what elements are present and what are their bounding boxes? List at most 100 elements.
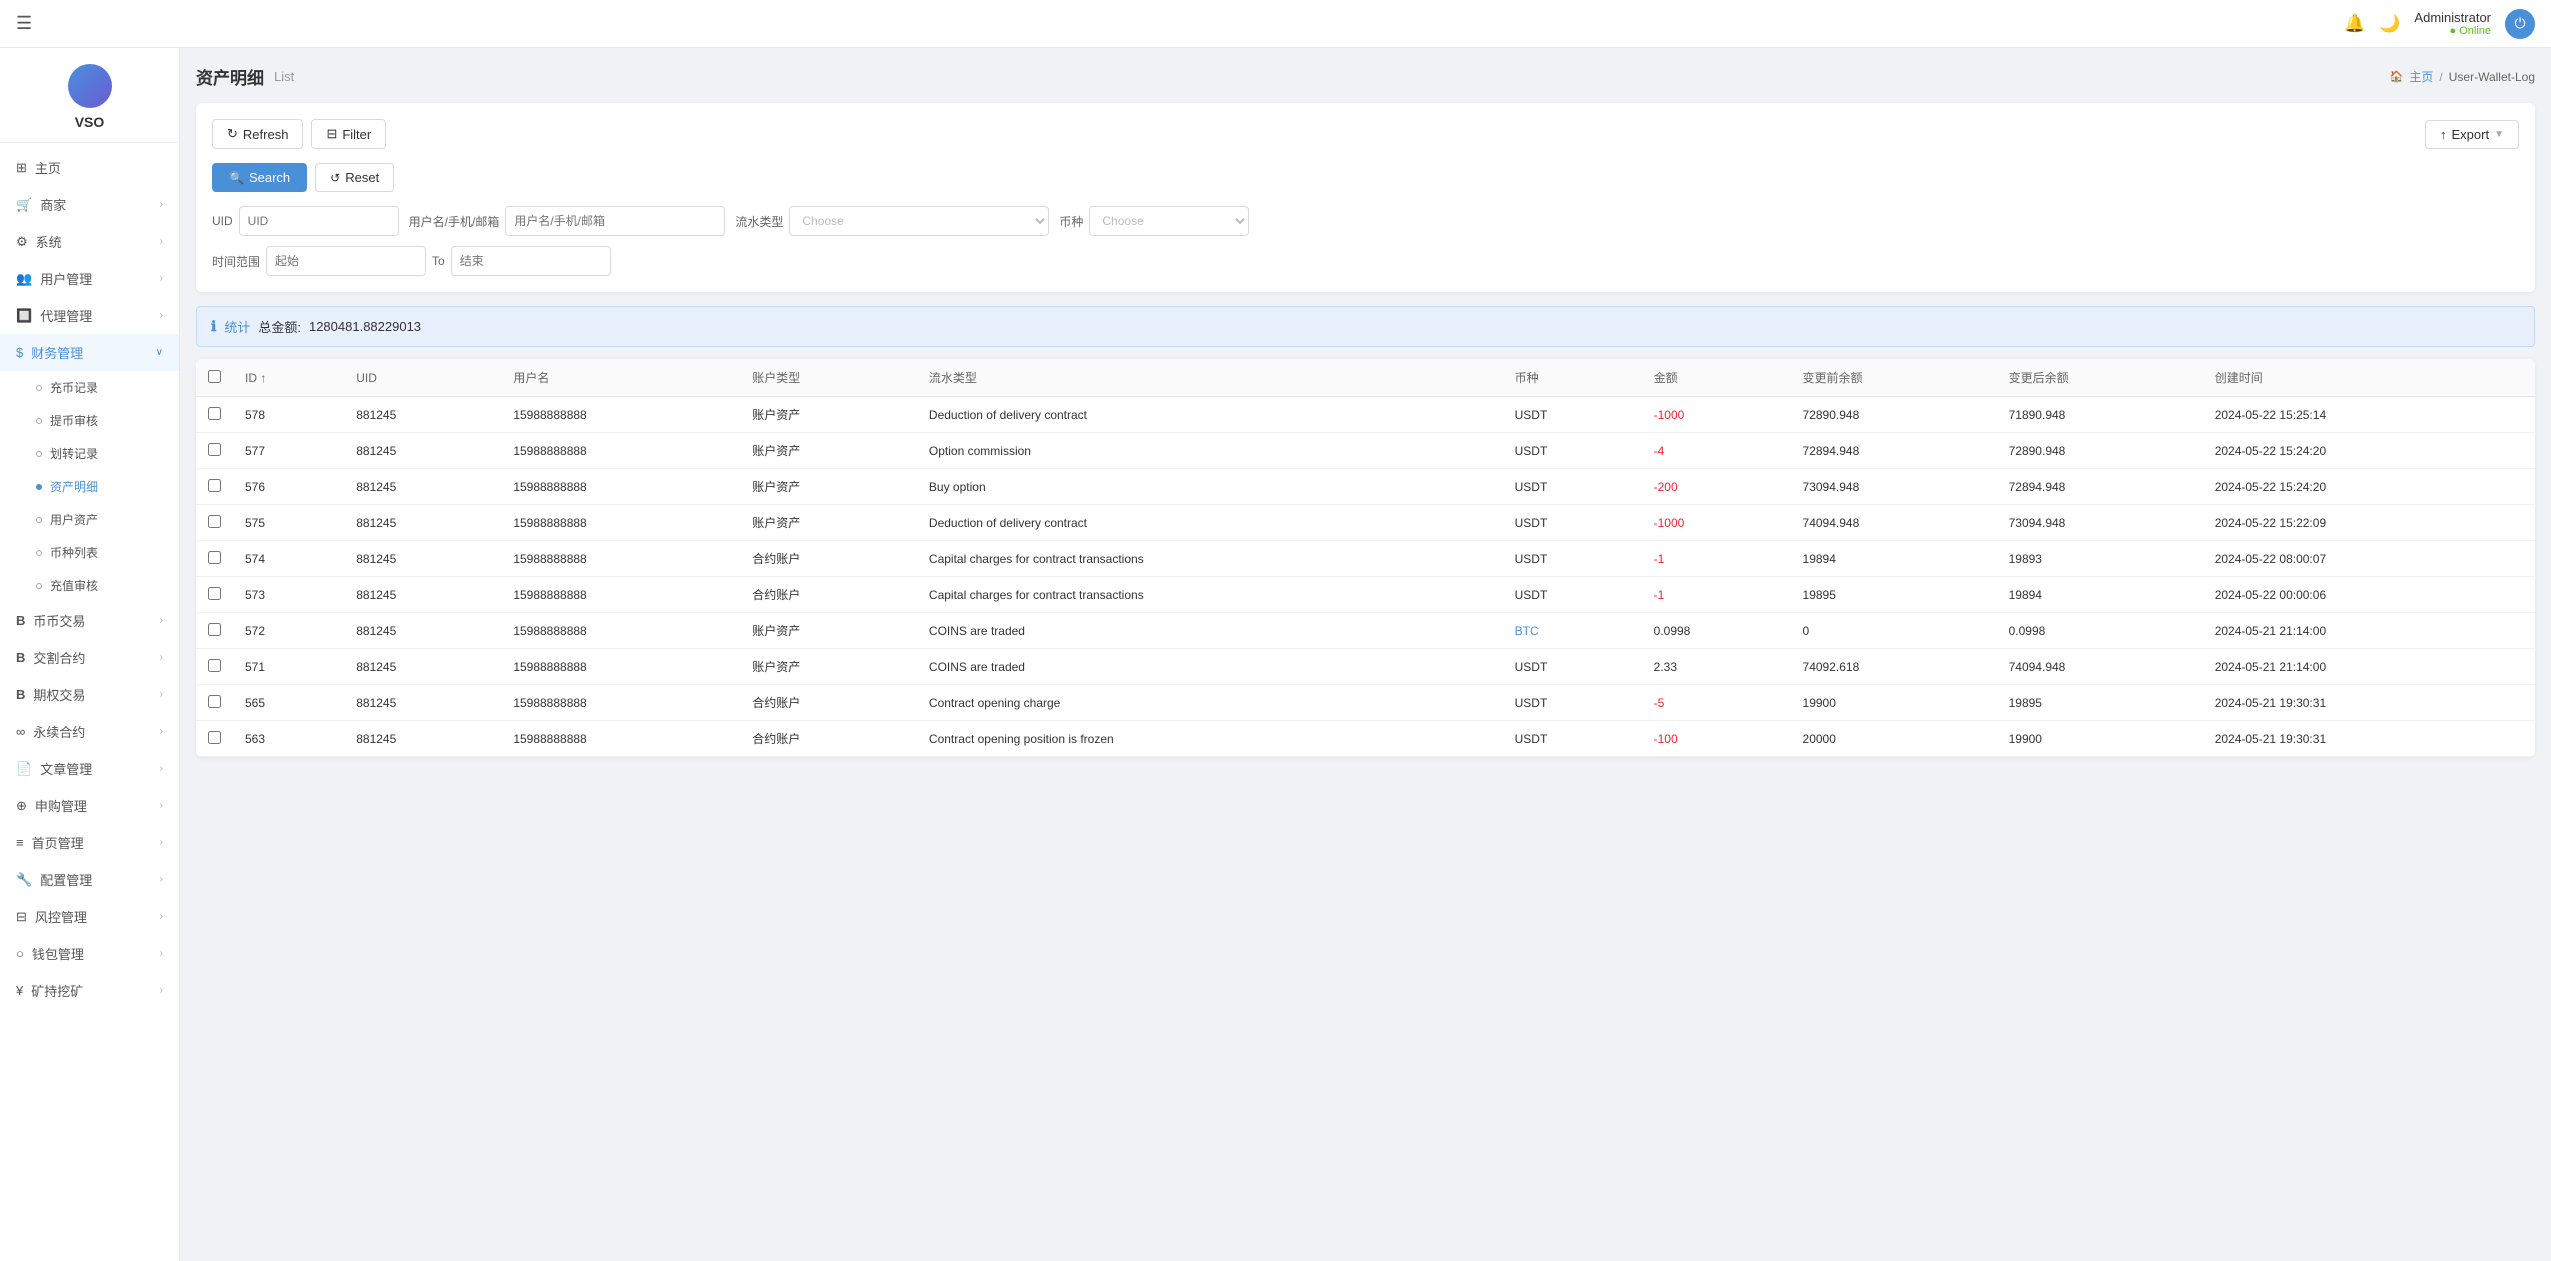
row-checkbox[interactable] [208,515,221,528]
sidebar-item-mining[interactable]: ¥ 矿持挖矿 › [0,972,179,1009]
cell-uid: 881245 [344,541,501,577]
search-bar: 🔍 Search ↺ Reset [212,163,2519,192]
sidebar-item-risk[interactable]: ⊟ 风控管理 › [0,898,179,935]
export-button[interactable]: ↑ Export ▼ [2425,120,2519,149]
chevron-right-icon: › [160,800,163,811]
row-checkbox[interactable] [208,407,221,420]
contract-icon: B [16,650,25,665]
cell-created-at: 2024-05-22 15:24:20 [2203,433,2535,469]
time-to-label: To [432,254,445,268]
cell-flow-type: Buy option [917,469,1503,505]
time-to-input[interactable] [451,246,611,276]
cell-created-at: 2024-05-21 19:30:31 [2203,721,2535,757]
refresh-button[interactable]: ↻ Refresh [212,119,303,149]
cell-flow-type: Deduction of delivery contract [917,505,1503,541]
hamburger-btn[interactable]: ☰ [16,13,32,34]
cell-uid: 881245 [344,613,501,649]
cell-after-balance: 72890.948 [1997,433,2203,469]
logo-text: VSO [75,114,105,130]
cell-username: 15988888888 [501,577,740,613]
reset-button[interactable]: ↺ Reset [315,163,394,192]
row-checkbox[interactable] [208,479,221,492]
home-icon: ⊞ [16,160,27,176]
sidebar-item-user-mgmt[interactable]: 👥 用户管理 › [0,260,179,297]
cell-created-at: 2024-05-21 21:14:00 [2203,613,2535,649]
row-checkbox[interactable] [208,551,221,564]
cell-amount: -5 [1642,685,1791,721]
dot-icon [36,451,42,457]
submenu-withdraw-audit[interactable]: 提币审核 [0,404,179,437]
time-from-input[interactable] [266,246,426,276]
mining-icon: ¥ [16,983,23,998]
cell-before-balance: 19900 [1791,685,1997,721]
table-row: 565 881245 15988888888 合约账户 Contract ope… [196,685,2535,721]
cell-flow-type: Option commission [917,433,1503,469]
sidebar-item-article[interactable]: 📄 文章管理 › [0,750,179,787]
select-all-checkbox[interactable] [208,370,221,383]
row-checkbox[interactable] [208,659,221,672]
cell-before-balance: 74094.948 [1791,505,1997,541]
cell-before-balance: 72890.948 [1791,397,1997,433]
uid-input[interactable] [239,206,399,236]
coin-select[interactable]: Choose [1089,206,1249,236]
user-info[interactable]: Administrator ● Online [2414,10,2491,37]
sidebar-item-merchant[interactable]: 🛒 商家 › [0,186,179,223]
username-label: 用户名/手机/邮箱 [409,213,500,230]
filter-button[interactable]: ⊟ Filter [311,119,386,149]
submenu-transfer-log[interactable]: 划转记录 [0,437,179,470]
cell-after-balance: 19894 [1997,577,2203,613]
sidebar-item-currency[interactable]: B 币币交易 › [0,602,179,639]
dot-icon [36,583,42,589]
sidebar-item-apply[interactable]: ⊕ 申购管理 › [0,787,179,824]
cell-after-balance: 0.0998 [1997,613,2203,649]
chevron-right-icon: › [160,689,163,700]
page-subtitle: List [274,69,294,84]
submenu-recharge-log[interactable]: 充币记录 [0,371,179,404]
submenu-asset-detail[interactable]: 资产明细 [0,470,179,503]
cell-after-balance: 73094.948 [1997,505,2203,541]
breadcrumb: 🏠 主页 / User-Wallet-Log [2390,68,2535,85]
cell-before-balance: 72894.948 [1791,433,1997,469]
cell-uid: 881245 [344,397,501,433]
submenu-user-assets[interactable]: 用户资产 [0,503,179,536]
cell-created-at: 2024-05-22 08:00:07 [2203,541,2535,577]
chevron-right-icon: › [160,837,163,848]
submenu-charge-audit[interactable]: 充值审核 [0,569,179,602]
cell-id: 571 [233,649,344,685]
table-row: 577 881245 15988888888 账户资产 Option commi… [196,433,2535,469]
sidebar-item-homepage[interactable]: ≡ 首页管理 › [0,824,179,861]
cell-coin: USDT [1503,505,1642,541]
breadcrumb-home-link[interactable]: 主页 [2409,68,2433,85]
sidebar-item-finance[interactable]: $ 财务管理 ∨ [0,334,179,371]
sidebar-item-perpetual[interactable]: ∞ 永续合约 › [0,713,179,750]
sidebar-item-system[interactable]: ⚙ 系统 › [0,223,179,260]
cell-id: 577 [233,433,344,469]
search-button[interactable]: 🔍 Search [212,163,307,192]
row-checkbox[interactable] [208,587,221,600]
row-checkbox[interactable] [208,443,221,456]
row-checkbox[interactable] [208,731,221,744]
table-row: 563 881245 15988888888 合约账户 Contract ope… [196,721,2535,757]
cell-coin: USDT [1503,469,1642,505]
cell-created-at: 2024-05-22 15:22:09 [2203,505,2535,541]
sidebar-item-home[interactable]: ⊞ 主页 [0,149,179,186]
col-account-type: 账户类型 [740,359,917,397]
sidebar-item-contract[interactable]: B 交割合约 › [0,639,179,676]
username-input[interactable] [505,206,725,236]
chevron-right-icon: › [160,310,163,321]
cell-flow-type: Contract opening position is frozen [917,721,1503,757]
power-button[interactable]: ⏻ [2505,9,2535,39]
sidebar-item-wallet[interactable]: ○ 钱包管理 › [0,935,179,972]
cell-after-balance: 72894.948 [1997,469,2203,505]
row-checkbox[interactable] [208,695,221,708]
moon-icon[interactable]: 🌙 [2379,14,2400,34]
sidebar-item-config[interactable]: 🔧 配置管理 › [0,861,179,898]
sidebar-item-futures[interactable]: B 期权交易 › [0,676,179,713]
row-checkbox[interactable] [208,623,221,636]
submenu-coin-list[interactable]: 币种列表 [0,536,179,569]
bell-icon[interactable]: 🔔 [2344,14,2365,34]
flow-type-select[interactable]: Choose [789,206,1049,236]
apply-icon: ⊕ [16,798,27,814]
sidebar-item-agent-mgmt[interactable]: 🔲 代理管理 › [0,297,179,334]
cell-uid: 881245 [344,685,501,721]
